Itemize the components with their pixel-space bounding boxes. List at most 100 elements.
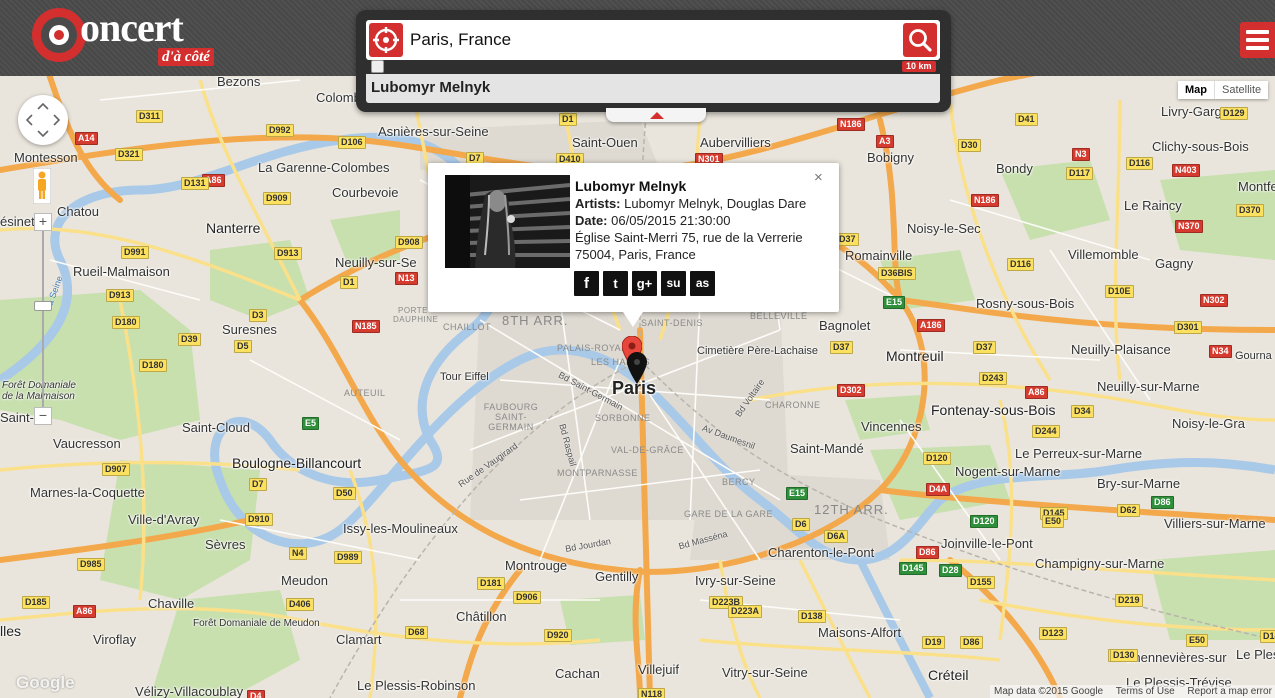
map-label: Maisons-Alfort: [818, 625, 902, 640]
road-number-badge: E50: [1042, 515, 1065, 528]
map-label: Gagny: [1155, 256, 1194, 271]
map-label: Gourna: [1235, 350, 1272, 362]
map-label: Vincennes: [861, 419, 922, 434]
locate-me-button[interactable]: [369, 23, 403, 57]
road-number-badge: D910: [245, 513, 273, 526]
range-radius-badge[interactable]: 10 km: [902, 61, 936, 72]
road-number-badge: A86: [1025, 386, 1048, 399]
map-label: Clamart: [336, 632, 382, 647]
road-number-badge: D155: [967, 576, 995, 589]
road-number-badge: D991: [121, 246, 149, 259]
map-label: Noisy-le-Sec: [907, 221, 981, 236]
street-view-pegman-icon[interactable]: [33, 168, 51, 204]
pan-control[interactable]: [18, 95, 68, 145]
road-number-badge: D34: [1071, 405, 1094, 418]
map-attribution: Map data ©2015 Google Terms of Use Repor…: [990, 685, 1275, 698]
map-label: Villemomble: [1068, 247, 1139, 262]
map-label: Saint-Ouen: [572, 135, 638, 150]
map-label: Nanterre: [206, 220, 261, 236]
search-suggestion-item[interactable]: Lubomyr Melnyk: [366, 74, 940, 103]
road-number-badge: D181: [477, 577, 505, 590]
zoom-in-button[interactable]: +: [34, 213, 52, 231]
map-district-label: SAINT-DENIS: [641, 318, 704, 328]
road-number-badge: D10E: [1105, 285, 1134, 298]
road-number-badge: A186: [917, 319, 945, 332]
facebook-icon[interactable]: f: [574, 271, 599, 296]
search-button[interactable]: [903, 23, 937, 57]
road-number-badge: D4: [247, 690, 265, 698]
road-number-badge: N185: [352, 320, 380, 333]
stumbleupon-icon[interactable]: su: [661, 271, 686, 296]
road-number-badge: N186: [837, 118, 865, 131]
search-icon: [909, 29, 932, 52]
google-plus-icon[interactable]: g+: [632, 271, 657, 296]
venue-line-2: 75004, Paris, France: [575, 247, 696, 262]
road-number-badge: D86: [1151, 496, 1174, 509]
hamburger-menu-icon[interactable]: [1240, 22, 1275, 58]
map-label: Neuilly-Plaisance: [1071, 342, 1171, 357]
twitter-icon[interactable]: t: [603, 271, 628, 296]
road-number-badge: E5: [302, 417, 320, 430]
road-number-badge: D106: [338, 136, 366, 149]
map-data-credit: Map data ©2015 Google: [994, 686, 1104, 697]
zoom-slider-knob[interactable]: [34, 301, 52, 311]
map-type-satellite-button[interactable]: Satellite: [1215, 81, 1268, 99]
logo-tagline: d'à côté: [158, 48, 214, 66]
road-number-badge: D37: [836, 233, 859, 246]
concert-logo[interactable]: oncert d'à côté: [32, 5, 232, 68]
crosshair-icon: [373, 27, 399, 53]
collapse-panel-handle[interactable]: [606, 108, 706, 122]
road-number-badge: D908: [395, 236, 423, 249]
map-label: Villejuif: [638, 662, 679, 677]
map-label: Tour Eiffel: [440, 371, 489, 383]
map-label: Rosny-sous-Bois: [976, 296, 1075, 311]
road-number-badge: D243: [979, 372, 1007, 385]
terms-of-use-link[interactable]: Terms of Use: [1116, 686, 1175, 697]
map-label: Sèvres: [205, 537, 246, 552]
artists-value: Lubomyr Melnyk, Douglas Dare: [624, 196, 807, 211]
road-number-badge: D185: [22, 596, 50, 609]
road-number-badge: D6: [792, 518, 810, 531]
road-number-badge: D1: [559, 113, 577, 126]
artists-label: Artists:: [575, 196, 621, 211]
map-type-control: Map Satellite: [1178, 81, 1269, 99]
road-number-badge: D28: [939, 564, 962, 577]
road-number-badge: D913: [274, 247, 302, 260]
road-number-badge: D120: [970, 515, 998, 528]
road-number-badge: D145: [899, 562, 927, 575]
road-number-badge: D117: [1066, 167, 1094, 180]
road-number-badge: D989: [334, 551, 362, 564]
map-label: Meudon: [281, 573, 328, 588]
road-number-badge: D36BIS: [878, 267, 916, 280]
lastfm-icon[interactable]: as: [690, 271, 715, 296]
map-district-label: SORBONNE: [595, 413, 651, 423]
map-label: Vaucresson: [53, 436, 121, 451]
road-number-badge: D6A: [824, 530, 849, 543]
map-district-label: PALAIS-ROYAL: [557, 343, 627, 353]
map-label: Aubervilliers: [700, 135, 771, 150]
map-label: Le Raincy: [1124, 198, 1182, 213]
zoom-slider-track[interactable]: [42, 231, 44, 407]
road-number-badge: N34: [1209, 345, 1232, 358]
close-icon[interactable]: ×: [814, 169, 823, 186]
report-map-error-link[interactable]: Report a map error: [1187, 686, 1271, 697]
zoom-out-button[interactable]: −: [34, 407, 52, 425]
map-type-map-button[interactable]: Map: [1178, 81, 1215, 99]
search-bar: [366, 20, 940, 60]
location-search-input[interactable]: [410, 28, 890, 52]
road-number-badge: D906: [513, 591, 541, 604]
map-label: Neuilly-sur-Marne: [1097, 379, 1200, 394]
road-number-badge: D19: [922, 636, 945, 649]
road-number-badge: D992: [266, 124, 294, 137]
map-label: Bry-sur-Marne: [1097, 476, 1181, 491]
date-line: Date: 06/05/2015 21:30:00: [575, 213, 730, 228]
range-checkbox[interactable]: [371, 60, 384, 73]
logo-record-icon: [49, 25, 69, 45]
road-number-badge: D30: [958, 139, 981, 152]
road-number-badge: D370: [1236, 204, 1264, 217]
map-marker-black-icon[interactable]: [627, 352, 647, 384]
map-label: Cachan: [555, 666, 600, 681]
road-number-badge: D909: [263, 192, 291, 205]
map-label: Rueil-Malmaison: [73, 264, 170, 279]
road-number-badge: D116: [1007, 258, 1035, 271]
